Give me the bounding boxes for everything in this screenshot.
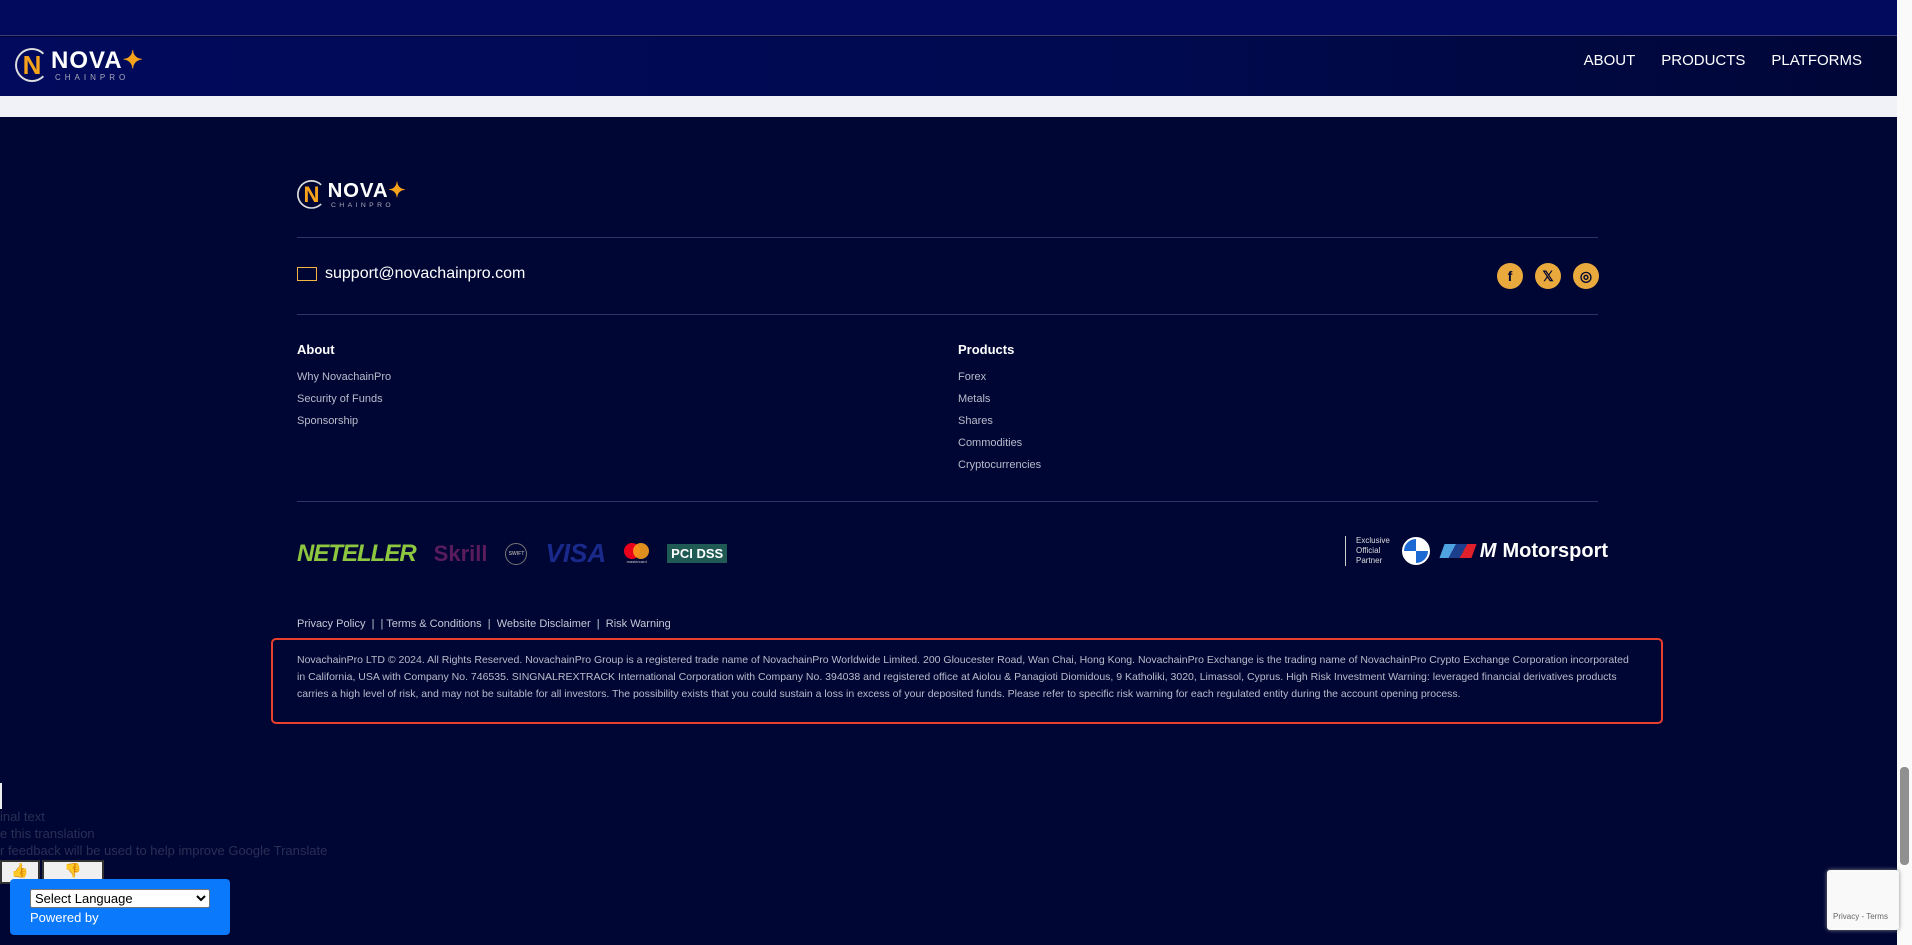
logo-subtext: CHAINPRO xyxy=(331,200,395,209)
divider xyxy=(297,314,1598,315)
neteller-logo: NETELLER xyxy=(297,539,417,567)
link-forex[interactable]: Forex xyxy=(958,371,1041,385)
social-links: f 𝕏 ◎ xyxy=(1497,263,1599,289)
link-metals[interactable]: Metals xyxy=(958,393,1041,407)
skrill-logo: Skrill xyxy=(433,540,488,566)
terms-link[interactable]: Terms & Conditions xyxy=(386,618,481,630)
legal-disclaimer: NovachainPro LTD © 2024. All Rights Rese… xyxy=(271,638,1663,724)
divider-strip xyxy=(0,96,1897,117)
divider xyxy=(297,237,1598,238)
swift-globe-icon: SWIFT xyxy=(505,542,528,565)
logo-subtext: CHAINPRO xyxy=(55,72,130,82)
swift-logo-text: SWIFT xyxy=(508,550,525,557)
logo-text: NOVA xyxy=(327,178,389,202)
m-stripes-icon xyxy=(1439,544,1477,558)
divider xyxy=(297,501,1598,502)
link-security[interactable]: Security of Funds xyxy=(297,393,391,407)
header-logo[interactable]: N NOVA✦ CHAINPRO xyxy=(15,48,144,82)
scrollbar-thumb[interactable] xyxy=(1900,767,1909,865)
disclaimer-link[interactable]: Website Disclaimer xyxy=(497,618,591,630)
google-translate-widget: Select Language Powered by xyxy=(10,879,230,935)
logo-mark-icon: N xyxy=(15,48,49,82)
visa-logo: VISA xyxy=(545,538,607,568)
translate-original-text[interactable]: inal text xyxy=(0,809,45,824)
mastercard-text: mastercard xyxy=(626,559,647,564)
mastercard-logo: mastercard xyxy=(624,543,650,564)
bmw-partner: Exclusive Official Partner M Motorsport xyxy=(1345,536,1608,566)
email-link[interactable]: support@novachainpro.com xyxy=(325,265,525,283)
recaptcha-links[interactable]: Privacy - Terms xyxy=(1833,912,1888,921)
translate-feedback-note: r feedback will be used to help improve … xyxy=(0,843,328,858)
products-heading: Products xyxy=(958,342,1015,357)
translate-cursor xyxy=(0,783,2,809)
translate-rate-label: e this translation xyxy=(0,826,95,841)
envelope-icon xyxy=(297,267,317,281)
legal-links: Privacy Policy | | Terms & Conditions | … xyxy=(297,618,671,630)
pci-dss-logo: PCI DSS xyxy=(667,544,728,563)
partner-label: Exclusive Official Partner xyxy=(1345,536,1390,566)
privacy-policy-link[interactable]: Privacy Policy xyxy=(297,618,365,630)
logo-mark-icon: N xyxy=(297,180,326,209)
x-twitter-icon[interactable]: 𝕏 xyxy=(1535,263,1561,289)
nav-platforms[interactable]: PLATFORMS xyxy=(1771,52,1862,69)
instagram-icon[interactable]: ◎ xyxy=(1573,263,1599,289)
mastercard-icon xyxy=(624,543,650,559)
risk-warning-link[interactable]: Risk Warning xyxy=(606,618,671,630)
nav-about[interactable]: ABOUT xyxy=(1584,52,1636,69)
powered-by-label: Powered by xyxy=(30,910,99,925)
about-heading: About xyxy=(297,342,335,357)
nav-products[interactable]: PRODUCTS xyxy=(1661,52,1745,69)
recaptcha-badge[interactable]: Privacy - Terms xyxy=(1827,870,1899,930)
link-why[interactable]: Why NovachainPro xyxy=(297,371,391,385)
support-email[interactable]: support@novachainpro.com xyxy=(297,265,525,283)
payment-logos: NETELLER Skrill SWIFT VISA mastercard PC… xyxy=(297,538,728,569)
products-column: Products Forex Metals Shares Commodities… xyxy=(958,342,1041,481)
about-column: About Why NovachainPro Security of Funds… xyxy=(297,342,391,437)
m-motorsport-logo: M Motorsport xyxy=(1439,539,1609,563)
language-select[interactable]: Select Language xyxy=(30,889,210,908)
link-shares[interactable]: Shares xyxy=(958,415,1041,429)
footer-logo[interactable]: N NOVA✦ CHAINPRO xyxy=(297,180,406,209)
link-commodities[interactable]: Commodities xyxy=(958,437,1041,451)
top-band xyxy=(0,0,1897,36)
bmw-logo-icon xyxy=(1401,537,1430,565)
link-crypto[interactable]: Cryptocurrencies xyxy=(958,459,1041,473)
main-nav: ABOUT PRODUCTS PLATFORMS xyxy=(1584,52,1862,69)
logo-text: NOVA xyxy=(51,46,123,74)
motorsport-text: Motorsport xyxy=(1502,539,1609,562)
link-sponsorship[interactable]: Sponsorship xyxy=(297,415,391,429)
facebook-icon[interactable]: f xyxy=(1497,263,1523,289)
